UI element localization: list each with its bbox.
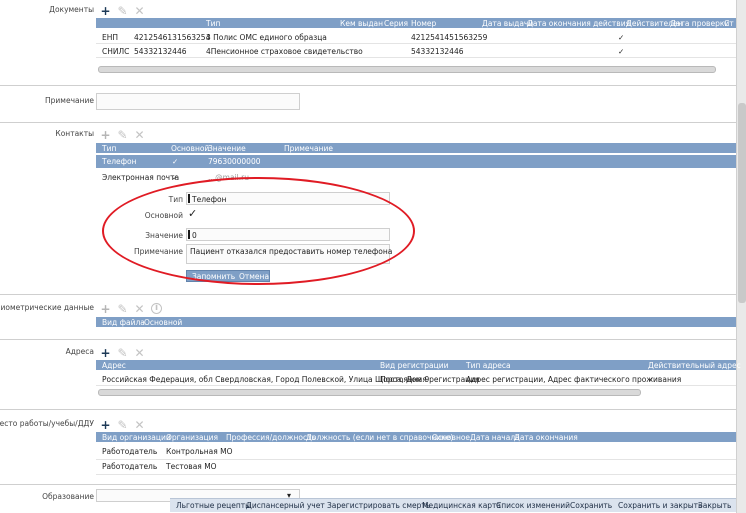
divider [0, 409, 736, 410]
note-form-label: Примечание [134, 247, 183, 256]
contacts-label: Контакты [55, 129, 94, 138]
documents-toolbar: + ✎ ✕ [100, 5, 145, 17]
type-input[interactable]: Телефон [186, 192, 390, 205]
table-row[interactable]: ЕНП 4212546131563254 3 Полис ОМС единого… [96, 31, 736, 44]
divider [0, 122, 736, 123]
biometrics-label: Биометрические данные [0, 303, 94, 312]
contacts-table-header: Тип Основной Значение Примечание [96, 143, 736, 153]
addresses-hscroll[interactable] [98, 389, 641, 396]
col-header: Серия [384, 19, 408, 28]
delete-icon[interactable]: ✕ [134, 129, 145, 141]
col-header: Кем выдан [340, 19, 384, 28]
biometrics-table-header: Вид файла Основной [96, 317, 736, 327]
info-icon[interactable]: i [151, 303, 162, 314]
biometrics-toolbar: + ✎ ✕ i [100, 303, 162, 315]
add-icon[interactable]: + [100, 129, 111, 141]
addresses-table-header: Адрес Вид регистрации Тип адреса Действи… [96, 360, 741, 370]
divider [0, 484, 736, 485]
table-row[interactable]: СНИЛС 54332132446 4Пенсионное страховое … [96, 45, 736, 58]
save-button[interactable]: Сохранить [570, 501, 612, 510]
addresses-label: Адреса [65, 347, 94, 356]
education-label: Образование [42, 492, 94, 501]
col-header: Дата окончания действия [527, 19, 631, 28]
delete-icon[interactable]: ✕ [134, 419, 145, 431]
divider [0, 339, 736, 340]
work-label: Место работы/учебы/ДДУ [0, 419, 94, 428]
delete-icon[interactable]: ✕ [134, 303, 145, 315]
work-table-header: Вид организации Организация Профессия/до… [96, 432, 736, 442]
add-icon[interactable]: + [100, 5, 111, 17]
edit-icon[interactable]: ✎ [117, 129, 128, 141]
value-input[interactable]: 0 [186, 228, 390, 241]
dispensary-button[interactable]: Диспансерный учет [246, 501, 325, 510]
change-list-button[interactable]: Список изменений [496, 501, 570, 510]
main-label: Основной [144, 211, 183, 220]
preferential-prescriptions-button[interactable]: Льготные рецепты [176, 501, 251, 510]
delete-icon[interactable]: ✕ [134, 347, 145, 359]
col-header: Ст [724, 19, 734, 28]
register-death-button[interactable]: Зарегистрировать смерть [327, 501, 430, 510]
scrollbar-thumb[interactable] [738, 103, 746, 303]
add-icon[interactable]: + [100, 303, 111, 315]
text-caret [188, 194, 190, 203]
col-header: Дата проверки [670, 19, 730, 28]
edit-icon[interactable]: ✎ [117, 419, 128, 431]
edit-icon[interactable]: ✎ [117, 5, 128, 17]
value-label: Значение [145, 231, 183, 240]
documents-label: Документы [49, 5, 94, 14]
contacts-toolbar: + ✎ ✕ [100, 129, 145, 141]
text-caret [188, 230, 190, 239]
documents-table-header: Тип Кем выдан Серия Номер Дата выдачи Да… [96, 18, 736, 28]
cancel-button[interactable]: Отмена [239, 272, 269, 281]
edit-icon[interactable]: ✎ [117, 303, 128, 315]
note-input[interactable] [96, 93, 300, 110]
divider [0, 85, 736, 86]
col-header: Тип [206, 19, 221, 28]
col-header: Номер [411, 19, 437, 28]
save-and-close-button[interactable]: Сохранить и закрыть [618, 501, 702, 510]
table-row[interactable]: Работодатель Тестовая МО [96, 460, 736, 475]
note-label: Примечание [45, 96, 94, 105]
table-row[interactable]: Электронная почта ✓ ...@mail.ru [96, 171, 736, 184]
medical-card-button[interactable]: Медицинская карта [422, 501, 501, 510]
note-form-input[interactable]: Пациент отказался предоставить номер тел… [186, 244, 392, 264]
documents-hscroll[interactable] [98, 66, 716, 73]
col-header: Дата выдачи [482, 19, 534, 28]
addresses-toolbar: + ✎ ✕ [100, 347, 145, 359]
divider [0, 294, 736, 295]
close-button[interactable]: Закрыть [698, 501, 731, 510]
save-button[interactable]: Запомнить [192, 272, 235, 281]
add-icon[interactable]: + [100, 419, 111, 431]
table-row[interactable]: Телефон ✓ 79630000000 [96, 155, 736, 168]
main-checkbox[interactable]: ✓ [188, 207, 197, 220]
table-row[interactable]: Работодатель Контрольная МО [96, 445, 736, 460]
add-icon[interactable]: + [100, 347, 111, 359]
table-row[interactable]: Российская Федерация, обл Свердловская, … [96, 373, 736, 386]
vertical-scrollbar[interactable] [736, 0, 746, 513]
type-label: Тип [168, 195, 183, 204]
bottom-action-bar: Льготные рецепты Диспансерный учет Зарег… [170, 498, 736, 512]
work-toolbar: + ✎ ✕ [100, 419, 145, 431]
delete-icon[interactable]: ✕ [134, 5, 145, 17]
edit-icon[interactable]: ✎ [117, 347, 128, 359]
save-cancel-buttons: Запомнить Отмена [186, 270, 270, 282]
